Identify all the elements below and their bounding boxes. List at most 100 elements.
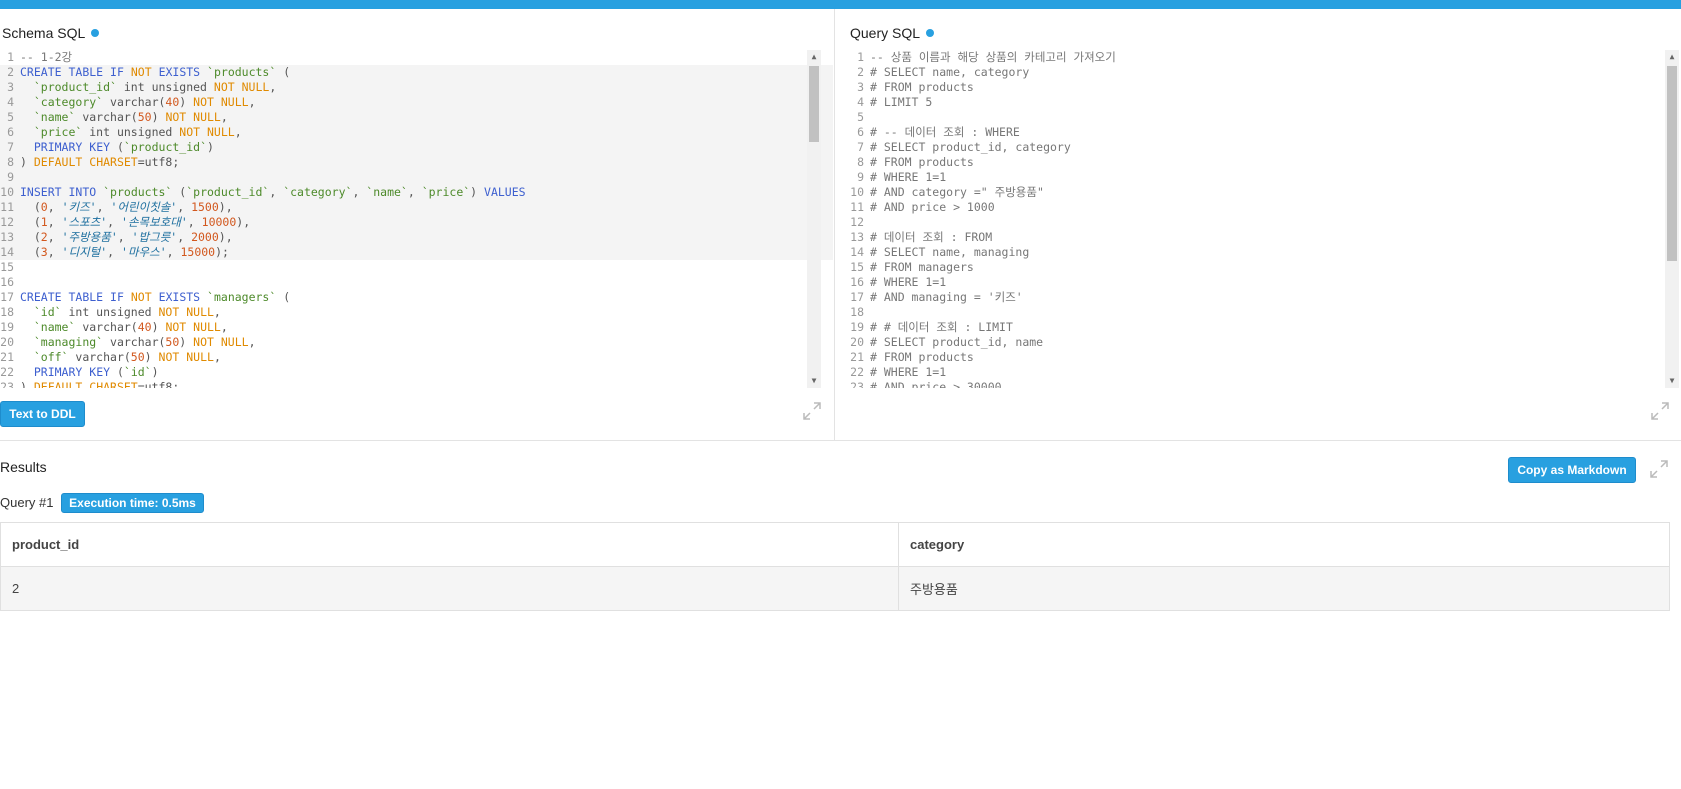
- scrollbar-thumb[interactable]: [1667, 66, 1677, 261]
- code-line[interactable]: 14 # SELECT name, managing: [846, 245, 1679, 260]
- expand-icon[interactable]: [1648, 458, 1670, 480]
- code-line[interactable]: 20 # SELECT product_id, name: [846, 335, 1679, 350]
- schema-code-editor[interactable]: 1 -- 1-2강 2 CREATE TABLE IF NOT EXISTS `pro…: [0, 50, 833, 388]
- code-line[interactable]: 6 `price` int unsigned NOT NULL,: [0, 125, 833, 140]
- code-text[interactable]: `product_id` int unsigned NOT NULL,: [20, 80, 276, 94]
- code-line[interactable]: 8) DEFAULT CHARSET=utf8;: [0, 155, 833, 170]
- code-text[interactable]: # # 데이터 조회 : LIMIT: [870, 320, 1013, 334]
- code-text[interactable]: # SELECT product_id, category: [870, 140, 1071, 154]
- code-line[interactable]: 22 PRIMARY KEY (`id`): [0, 365, 833, 380]
- code-line[interactable]: 5: [846, 110, 1679, 125]
- code-text[interactable]: # FROM products: [870, 155, 974, 169]
- code-line[interactable]: 9 # WHERE 1=1: [846, 170, 1679, 185]
- code-line[interactable]: 9: [0, 170, 833, 185]
- code-line[interactable]: 12: [846, 215, 1679, 230]
- expand-icon[interactable]: [801, 400, 823, 422]
- code-line[interactable]: 4 `category` varchar(40) NOT NULL,: [0, 95, 833, 110]
- code-line[interactable]: 18 `id` int unsigned NOT NULL,: [0, 305, 833, 320]
- code-text[interactable]: -- 1-2강: [20, 50, 72, 64]
- expand-icon[interactable]: [1649, 400, 1671, 422]
- code-text[interactable]: CREATE TABLE IF NOT EXISTS `managers` (: [20, 290, 290, 304]
- code-line[interactable]: 3 `product_id` int unsigned NOT NULL,: [0, 80, 833, 95]
- code-text[interactable]: # WHERE 1=1: [870, 170, 946, 184]
- code-line[interactable]: 6 # -- 데이터 조회 : WHERE: [846, 125, 1679, 140]
- code-line[interactable]: 18: [846, 305, 1679, 320]
- code-text[interactable]: ) DEFAULT CHARSET=utf8;: [20, 380, 179, 388]
- code-line[interactable]: 1 -- 1-2강: [0, 50, 833, 65]
- code-text[interactable]: -- 상품 이름과 해당 상품의 카테고리 가져오기: [870, 50, 1116, 64]
- scroll-up-arrow-icon[interactable]: ▲: [807, 50, 821, 64]
- query-code-editor[interactable]: 1 -- 상품 이름과 해당 상품의 카테고리 가져오기 2 # SELECT nam…: [846, 50, 1679, 388]
- scroll-up-arrow-icon[interactable]: ▲: [1665, 50, 1679, 64]
- code-line[interactable]: 5 `name` varchar(50) NOT NULL,: [0, 110, 833, 125]
- code-text[interactable]: # AND managing = '키즈': [870, 290, 1023, 304]
- code-line[interactable]: 19 # # 데이터 조회 : LIMIT: [846, 320, 1679, 335]
- code-text[interactable]: # WHERE 1=1: [870, 365, 946, 379]
- code-text[interactable]: `category` varchar(40) NOT NULL,: [20, 95, 256, 109]
- code-text[interactable]: (3, '디지털', '마우스', 15000);: [20, 245, 229, 259]
- code-line[interactable]: 15: [0, 260, 833, 275]
- code-line[interactable]: 3 # FROM products: [846, 80, 1679, 95]
- code-text[interactable]: # AND price > 30000: [870, 380, 1002, 388]
- code-line[interactable]: 20 `managing` varchar(50) NOT NULL,: [0, 335, 833, 350]
- code-line[interactable]: 4 # LIMIT 5: [846, 95, 1679, 110]
- code-line[interactable]: 21 `off` varchar(50) NOT NULL,: [0, 350, 833, 365]
- query-scrollbar[interactable]: ▲ ▼: [1665, 50, 1679, 388]
- code-text[interactable]: `off` varchar(50) NOT NULL,: [20, 350, 221, 364]
- code-text[interactable]: # -- 데이터 조회 : WHERE: [870, 125, 1020, 139]
- code-line[interactable]: 22 # WHERE 1=1: [846, 365, 1679, 380]
- code-text[interactable]: `managing` varchar(50) NOT NULL,: [20, 335, 256, 349]
- code-text[interactable]: # SELECT name, category: [870, 65, 1029, 79]
- code-line[interactable]: 7 # SELECT product_id, category: [846, 140, 1679, 155]
- code-line[interactable]: 21 # FROM products: [846, 350, 1679, 365]
- code-text[interactable]: # SELECT product_id, name: [870, 335, 1043, 349]
- scroll-down-arrow-icon[interactable]: ▼: [807, 374, 821, 388]
- code-text[interactable]: # WHERE 1=1: [870, 275, 946, 289]
- code-line[interactable]: 12 (1, '스포츠', '손목보호대', 10000),: [0, 215, 833, 230]
- code-text[interactable]: PRIMARY KEY (`id`): [20, 365, 159, 379]
- code-line[interactable]: 14 (3, '디지털', '마우스', 15000);: [0, 245, 833, 260]
- pane-divider[interactable]: [0, 440, 1681, 441]
- code-line[interactable]: 16: [0, 275, 833, 290]
- code-text[interactable]: `name` varchar(40) NOT NULL,: [20, 320, 228, 334]
- code-line[interactable]: 17 CREATE TABLE IF NOT EXISTS `managers` …: [0, 290, 833, 305]
- code-line[interactable]: 17 # AND managing = '키즈': [846, 290, 1679, 305]
- text-to-ddl-button[interactable]: Text to DDL: [0, 401, 85, 427]
- code-text[interactable]: # AND category =" 주방용품": [870, 185, 1044, 199]
- code-line[interactable]: 7 PRIMARY KEY (`product_id`): [0, 140, 833, 155]
- code-line[interactable]: 1 -- 상품 이름과 해당 상품의 카테고리 가져오기: [846, 50, 1679, 65]
- code-text[interactable]: # LIMIT 5: [870, 95, 932, 109]
- code-line[interactable]: 23 # AND price > 30000: [846, 380, 1679, 388]
- code-text[interactable]: (1, '스포츠', '손목보호대', 10000),: [20, 215, 250, 229]
- copy-as-markdown-button[interactable]: Copy as Markdown: [1508, 457, 1636, 483]
- code-text[interactable]: ) DEFAULT CHARSET=utf8;: [20, 155, 179, 169]
- code-text[interactable]: # SELECT name, managing: [870, 245, 1029, 259]
- code-text[interactable]: `id` int unsigned NOT NULL,: [20, 305, 221, 319]
- code-line[interactable]: 15 # FROM managers: [846, 260, 1679, 275]
- code-line[interactable]: 10 INSERT INTO `products` (`product_id`, …: [0, 185, 833, 200]
- schema-scrollbar[interactable]: ▲ ▼: [807, 50, 821, 388]
- code-text[interactable]: # FROM products: [870, 80, 974, 94]
- code-text[interactable]: `price` int unsigned NOT NULL,: [20, 125, 242, 139]
- code-text[interactable]: CREATE TABLE IF NOT EXISTS `products` (: [20, 65, 290, 79]
- code-line[interactable]: 13 (2, '주방용품', '밥그릇', 2000),: [0, 230, 833, 245]
- code-text[interactable]: PRIMARY KEY (`product_id`): [20, 140, 214, 154]
- scroll-down-arrow-icon[interactable]: ▼: [1665, 374, 1679, 388]
- code-line[interactable]: 10 # AND category =" 주방용품": [846, 185, 1679, 200]
- code-line[interactable]: 2 # SELECT name, category: [846, 65, 1679, 80]
- code-text[interactable]: (2, '주방용품', '밥그릇', 2000),: [20, 230, 233, 244]
- code-text[interactable]: (0, '키즈', '어린이칫솔', 1500),: [20, 200, 233, 214]
- code-text[interactable]: # 데이터 조회 : FROM: [870, 230, 992, 244]
- code-line[interactable]: 16 # WHERE 1=1: [846, 275, 1679, 290]
- code-line[interactable]: 11 (0, '키즈', '어린이칫솔', 1500),: [0, 200, 833, 215]
- code-text[interactable]: `name` varchar(50) NOT NULL,: [20, 110, 228, 124]
- code-text[interactable]: # AND price > 1000: [870, 200, 995, 214]
- code-line[interactable]: 23) DEFAULT CHARSET=utf8;: [0, 380, 833, 388]
- code-line[interactable]: 19 `name` varchar(40) NOT NULL,: [0, 320, 833, 335]
- code-line[interactable]: 13 # 데이터 조회 : FROM: [846, 230, 1679, 245]
- scrollbar-thumb[interactable]: [809, 66, 819, 142]
- code-line[interactable]: 2 CREATE TABLE IF NOT EXISTS `products` (: [0, 65, 833, 80]
- code-text[interactable]: INSERT INTO `products` (`product_id`, `c…: [20, 185, 526, 199]
- code-text[interactable]: # FROM managers: [870, 260, 974, 274]
- code-line[interactable]: 11 # AND price > 1000: [846, 200, 1679, 215]
